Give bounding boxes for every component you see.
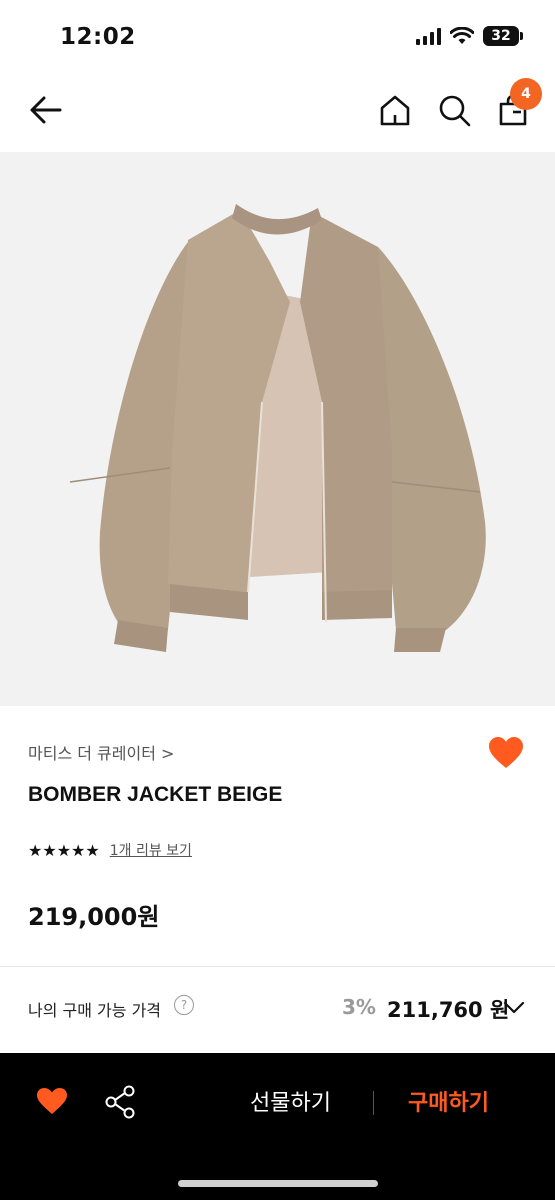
wifi-icon bbox=[450, 27, 474, 44]
share-icon[interactable] bbox=[104, 1085, 136, 1119]
my-price-row[interactable]: 나의 구매 가능 가격 ? 3% 211,760 원 bbox=[0, 967, 555, 1053]
bottom-action-bar: 선물하기 구매하기 bbox=[0, 1053, 555, 1200]
chevron-down-icon[interactable] bbox=[503, 1001, 525, 1015]
home-icon[interactable] bbox=[377, 92, 413, 128]
discount-rate: 3% bbox=[342, 995, 376, 1019]
status-time: 12:02 bbox=[60, 24, 136, 50]
product-name: BOMBER JACKET BEIGE bbox=[28, 783, 283, 806]
product-price: 219,000원 bbox=[28, 903, 160, 931]
review-link[interactable]: 1개 리뷰 보기 bbox=[110, 840, 192, 860]
status-icons: 32 bbox=[416, 26, 523, 46]
heart-icon[interactable] bbox=[36, 1087, 68, 1115]
status-bar: 12:02 32 bbox=[0, 0, 555, 72]
help-icon[interactable]: ? bbox=[174, 995, 194, 1015]
home-indicator[interactable] bbox=[178, 1180, 378, 1187]
rating-row: ★★★★★ 1개 리뷰 보기 bbox=[28, 840, 192, 860]
search-icon[interactable] bbox=[436, 92, 472, 128]
back-arrow-icon[interactable] bbox=[26, 92, 66, 128]
wishlist-heart-icon[interactable] bbox=[487, 736, 525, 770]
bomber-jacket-image bbox=[69, 204, 486, 652]
star-rating-icon: ★★★★★ bbox=[28, 840, 100, 860]
battery-level: 32 bbox=[491, 28, 511, 44]
battery-icon: 32 bbox=[483, 26, 523, 46]
brand-link[interactable]: 마티스 더 큐레이터 > bbox=[28, 740, 174, 764]
button-divider bbox=[373, 1091, 374, 1115]
buy-button[interactable]: 구매하기 bbox=[408, 1085, 489, 1117]
cart-count-badge: 4 bbox=[510, 78, 542, 110]
product-image[interactable] bbox=[0, 152, 555, 706]
cellular-signal-icon bbox=[416, 27, 441, 45]
gift-button[interactable]: 선물하기 bbox=[250, 1085, 331, 1117]
discount-price: 211,760 원 bbox=[387, 998, 510, 1022]
nav-bar: 4 bbox=[0, 72, 555, 152]
my-price-label: 나의 구매 가능 가격 bbox=[28, 1001, 162, 1020]
